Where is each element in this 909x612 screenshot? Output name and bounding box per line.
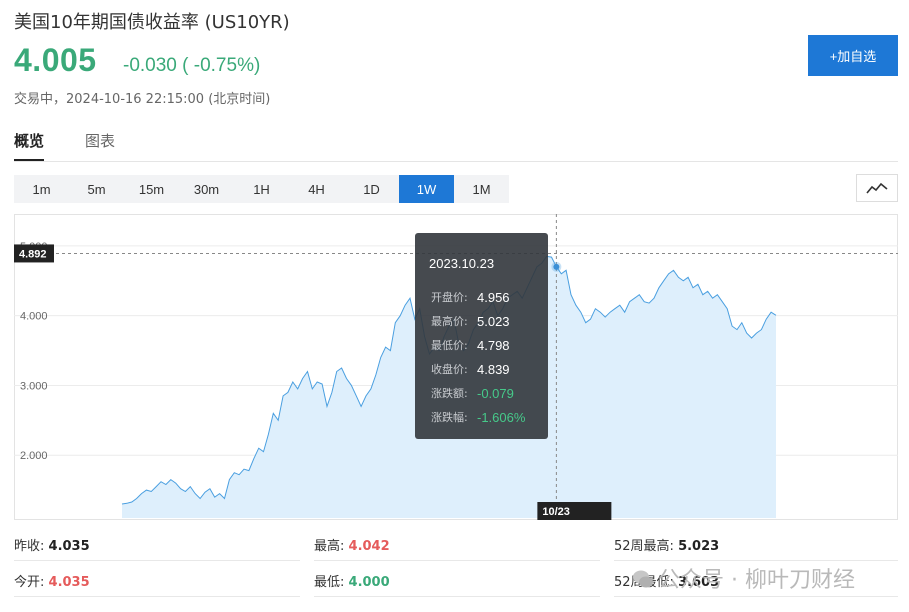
period-1m[interactable]: 1m [14,175,69,203]
stat-prev-close: 昨收: 4.035 [14,539,90,554]
y-tick-label: 2.000 [20,450,48,462]
tooltip-label: 涨跌幅: [431,410,468,424]
period-1d[interactable]: 1D [344,175,399,203]
tooltip-label: 最高价: [431,314,468,328]
tooltip-value: 4.956 [477,290,510,305]
tooltip-date: 2023.10.23 [429,256,494,271]
tab-chart[interactable]: 图表 [85,130,115,151]
crosshair-y-label: 4.892 [19,248,47,260]
stat-52w-high: 52周最高: 5.023 [614,539,720,554]
period-1w[interactable]: 1W [399,175,454,203]
tooltip-label: 最低价: [431,339,468,352]
tooltip-value: 4.839 [477,362,510,377]
period-15m[interactable]: 15m [124,175,179,203]
period-5m[interactable]: 5m [69,175,124,203]
tooltip-value: -0.079 [477,386,514,401]
period-4h[interactable]: 4H [289,175,344,203]
tab-bar: 概览 图表 [14,126,898,162]
y-tick-label: 4.000 [20,311,48,323]
chart-type-button[interactable] [856,174,898,202]
period-selector: 1m 5m 15m 30m 1H 4H 1D 1W 1M [14,175,509,203]
price-change: -0.030 ( -0.75%) [123,55,261,76]
tooltip-label: 涨跌额: [431,386,468,400]
current-price: 4.005 [14,42,97,78]
crosshair-x-label: 10/23 [542,506,570,518]
tooltip-value: 5.023 [477,314,510,329]
watermark: 公众号 · 柳叶刀财经 [632,562,855,594]
period-30m[interactable]: 30m [179,175,234,203]
tooltip-value: -1.606% [477,410,526,425]
chart-canvas: 2.0003.0004.0005.00011/2906/2701/2308/21… [14,214,898,520]
add-to-watchlist-button[interactable]: +加自选 [808,35,898,76]
wechat-icon [633,570,653,588]
period-1h[interactable]: 1H [234,175,289,203]
crosshair-point [553,263,560,270]
line-chart-icon [866,182,888,194]
price-chart[interactable]: 2.0003.0004.0005.00011/2906/2701/2308/21… [14,214,898,520]
stat-low: 最低: 4.000 [314,575,390,590]
period-1mo[interactable]: 1M [454,175,509,203]
y-tick-label: 3.000 [20,380,48,392]
tab-overview[interactable]: 概览 [14,130,45,161]
tooltip-label: 开盘价: [431,290,468,304]
stat-high: 最高: 4.042 [314,539,390,554]
page-title: 美国10年期国债收益率 (US10YR) [14,12,290,33]
trading-status: 交易中，2024-10-16 22:15:00 (北京时间) [14,92,271,107]
stat-open: 今开: 4.035 [14,575,90,590]
tooltip-value: 4.798 [477,338,510,353]
tooltip-label: 收盘价: [431,362,468,376]
